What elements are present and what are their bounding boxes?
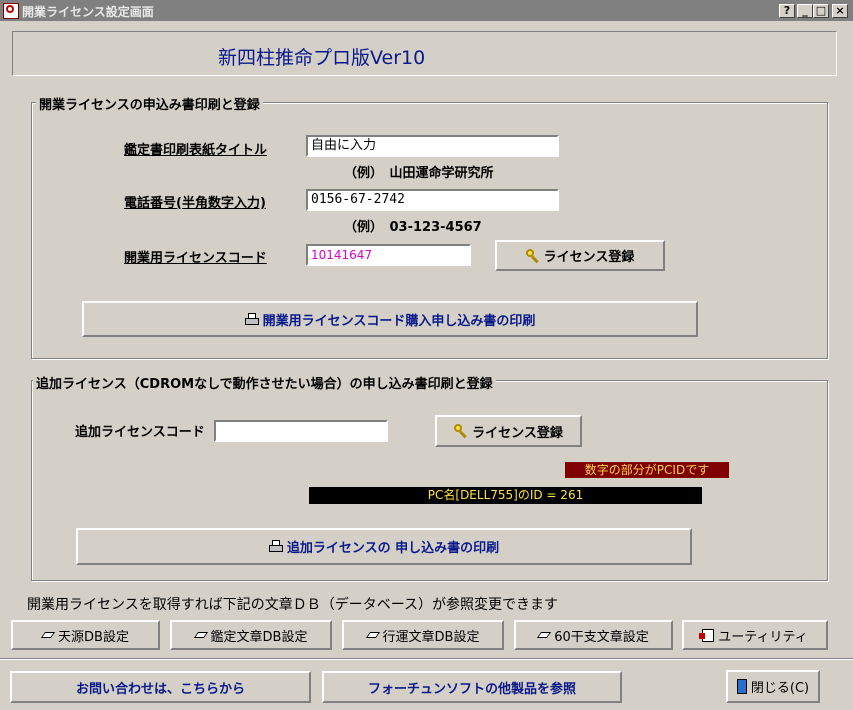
window-title: 開業ライセンス設定画面: [22, 5, 154, 19]
license-application-group-label: 開業ライセンスの申込み書印刷と登録: [36, 94, 263, 113]
additional-code-input[interactable]: [214, 420, 388, 442]
additional-register-label: ライセンス登録: [472, 425, 563, 441]
additional-register-button[interactable]: ライセンス登録: [435, 415, 582, 447]
print-additional-application-button[interactable]: 追加ライセンスの 申し込み書の印刷: [76, 528, 692, 565]
print-license-application-button[interactable]: 開業用ライセンスコード購入申し込み書の印刷: [82, 301, 698, 337]
close-button-label: 閉じる(C): [750, 681, 810, 696]
key-icon: [525, 248, 540, 263]
pcid-note: 数字の部分がPCIDです: [565, 462, 729, 478]
cover-title-label: 鑑定書印刷表紙タイトル: [124, 143, 268, 158]
utility-label: ユーティリティ: [718, 629, 808, 645]
door-icon: [736, 679, 747, 694]
cover-title-example: （例） 山田運命学研究所: [344, 166, 494, 181]
gyoun-db-button[interactable]: 行運文章DB設定: [342, 620, 504, 650]
print-license-application-label: 開業用ライセンスコード購入申し込み書の印刷: [262, 313, 536, 329]
kantei-db-button[interactable]: 鑑定文章DB設定: [170, 620, 332, 650]
minimize-button[interactable]: _: [797, 4, 813, 18]
printer-icon: [268, 540, 283, 553]
document-icon: [367, 629, 379, 641]
tengen-db-button[interactable]: 天源DB設定: [11, 620, 160, 650]
other-products-button[interactable]: フォーチュンソフトの他製品を参照: [322, 671, 622, 703]
utility-icon: [699, 628, 715, 642]
license-register-button[interactable]: ライセンス登録: [495, 240, 665, 271]
close-window-button[interactable]: ×: [832, 4, 848, 18]
printer-icon: [244, 312, 259, 326]
additional-code-label: 追加ライセンスコード: [75, 425, 205, 440]
contact-button[interactable]: お問い合わせは、こちらから: [10, 671, 311, 703]
eto60-db-button[interactable]: 60干支文章設定: [514, 620, 673, 650]
document-icon: [195, 629, 207, 641]
pc-id-display: PC名[DELL755]のID = 261: [309, 487, 702, 504]
help-button[interactable]: ?: [779, 4, 795, 18]
additional-license-group-label: 追加ライセンス（CDROMなしで動作させたい場合）の申し込み書印刷と登録: [33, 373, 496, 392]
eto60-db-label: 60干支文章設定: [554, 629, 649, 645]
kantei-db-label: 鑑定文章DB設定: [210, 629, 308, 645]
document-icon: [538, 629, 550, 641]
license-code-input[interactable]: 10141647: [306, 244, 471, 266]
tengen-db-label: 天源DB設定: [58, 629, 129, 645]
product-banner: 新四柱推命プロ版Ver10: [12, 31, 837, 76]
phone-label: 電話番号(半角数字入力): [124, 196, 266, 211]
print-additional-application-label: 追加ライセンスの 申し込み書の印刷: [286, 541, 500, 556]
title-bar: 開業ライセンス設定画面 ? _ □ ×: [0, 0, 853, 22]
key-icon: [454, 424, 468, 438]
product-title: 新四柱推命プロ版Ver10: [218, 47, 426, 69]
close-button[interactable]: 閉じる(C): [726, 670, 820, 703]
app-icon: [3, 3, 19, 19]
license-register-label: ライセンス登録: [543, 250, 635, 265]
license-code-label: 開業用ライセンスコード: [124, 251, 267, 266]
phone-input[interactable]: 0156-67-2742: [306, 189, 559, 211]
gyoun-db-label: 行運文章DB設定: [382, 629, 480, 645]
maximize-button[interactable]: □: [813, 4, 829, 18]
document-icon: [42, 629, 54, 641]
info-text: 開業用ライセンスを取得すれば下記の文章ＤＢ（データベース）が参照変更できます: [27, 597, 559, 613]
utility-button[interactable]: ユーティリティ: [682, 620, 828, 650]
cover-title-input[interactable]: 自由に入力: [306, 135, 559, 157]
phone-example: （例） 03-123-4567: [344, 220, 482, 235]
